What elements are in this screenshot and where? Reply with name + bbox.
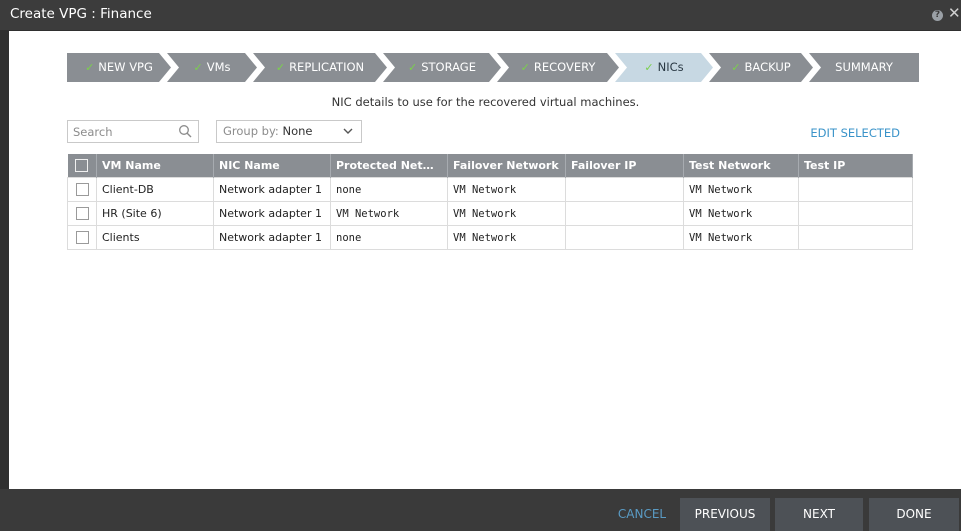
failover-ip-cell[interactable] xyxy=(565,201,684,226)
step-backup[interactable]: ✓ BACKUP xyxy=(709,53,813,82)
check-icon: ✓ xyxy=(644,61,654,74)
column-header[interactable]: Test Network xyxy=(683,154,799,178)
checkbox[interactable] xyxy=(75,159,89,173)
close-icon[interactable]: ✕ xyxy=(948,4,961,22)
failover-network-cell[interactable]: VM Network xyxy=(447,225,566,250)
step-recovery[interactable]: ✓ RECOVERY xyxy=(497,53,619,82)
title-bar: Create VPG : Finance ? ✕ xyxy=(0,0,961,30)
nic-name-cell: Network adapter 1 xyxy=(213,177,331,202)
check-icon: ✓ xyxy=(731,61,741,74)
page-subtitle: NIC details to use for the recovered vir… xyxy=(331,95,640,109)
next-button[interactable]: NEXT xyxy=(775,498,863,531)
test-ip-cell[interactable] xyxy=(798,225,913,250)
cancel-button[interactable]: CANCEL xyxy=(598,498,686,531)
nic-name-cell: Network adapter 1 xyxy=(213,225,331,250)
row-checkbox[interactable] xyxy=(67,177,97,202)
vm-name-cell: Client-DB xyxy=(96,177,214,202)
group-by-label: Group by: xyxy=(223,124,279,138)
protected-network-cell[interactable]: VM Network xyxy=(330,201,448,226)
nic-table: VM Name NIC Name Protected Netw... Failo… xyxy=(67,154,913,250)
step-label: NICs xyxy=(657,60,684,74)
table-header-row: VM Name NIC Name Protected Netw... Failo… xyxy=(67,154,913,178)
column-header[interactable]: Failover IP xyxy=(565,154,684,178)
search-box[interactable] xyxy=(67,120,199,143)
vm-name-cell: Clients xyxy=(96,225,214,250)
done-button[interactable]: DONE xyxy=(869,498,959,531)
step-label: BACKUP xyxy=(744,60,791,74)
row-checkbox[interactable] xyxy=(67,201,97,226)
step-label: RECOVERY xyxy=(533,60,596,74)
step-label: VMs xyxy=(206,60,231,74)
edit-selected-link[interactable]: EDIT SELECTED xyxy=(810,126,900,140)
check-icon: ✓ xyxy=(520,61,530,74)
search-icon[interactable] xyxy=(178,124,192,138)
table-row[interactable]: HR (Site 6) Network adapter 1 VM Network… xyxy=(67,201,913,226)
dialog-content: ✓ NEW VPG ✓ VMs ✓ REPLICATION ✓ STORAGE ✓ REC… xyxy=(9,31,961,489)
help-icon[interactable]: ? xyxy=(932,10,943,21)
test-ip-cell[interactable] xyxy=(798,177,913,202)
protected-network-cell[interactable]: none xyxy=(330,177,448,202)
failover-ip-cell[interactable] xyxy=(565,225,684,250)
window-title: Create VPG : Finance xyxy=(10,6,152,22)
column-header[interactable]: VM Name xyxy=(96,154,214,178)
check-icon: ✓ xyxy=(275,61,286,74)
check-icon: ✓ xyxy=(193,61,203,74)
wizard-steps: ✓ NEW VPG ✓ VMs ✓ REPLICATION ✓ STORAGE ✓ REC… xyxy=(67,53,919,82)
step-label: SUMMARY xyxy=(835,60,893,74)
test-network-cell[interactable]: VM Network xyxy=(683,201,799,226)
column-header[interactable]: Test IP xyxy=(798,154,913,178)
chevron-down-icon xyxy=(343,128,353,134)
check-icon: ✓ xyxy=(408,61,418,74)
step-new-vpg[interactable]: ✓ NEW VPG xyxy=(67,53,171,82)
group-by-select[interactable]: Group by: None xyxy=(216,120,362,143)
check-icon: ✓ xyxy=(85,61,95,74)
failover-network-cell[interactable]: VM Network xyxy=(447,177,566,202)
test-ip-cell[interactable] xyxy=(798,201,913,226)
group-by-value: None xyxy=(282,124,313,138)
step-label: REPLICATION xyxy=(289,60,365,74)
failover-ip-cell[interactable] xyxy=(565,177,684,202)
step-nics[interactable]: ✓ NICs xyxy=(615,53,713,82)
table-row[interactable]: Clients Network adapter 1 none VM Networ… xyxy=(67,225,913,250)
failover-network-cell[interactable]: VM Network xyxy=(447,201,566,226)
row-checkbox[interactable] xyxy=(67,225,97,250)
step-summary[interactable]: SUMMARY xyxy=(809,53,919,82)
select-all-checkbox[interactable] xyxy=(67,154,97,178)
step-vms[interactable]: ✓ VMs xyxy=(167,53,257,82)
vm-name-cell: HR (Site 6) xyxy=(96,201,214,226)
step-storage[interactable]: ✓ STORAGE xyxy=(383,53,501,82)
column-header[interactable]: Failover Network xyxy=(447,154,566,178)
column-header[interactable]: Protected Netw... xyxy=(330,154,448,178)
table-row[interactable]: Client-DB Network adapter 1 none VM Netw… xyxy=(67,177,913,202)
checkbox[interactable] xyxy=(75,183,89,196)
test-network-cell[interactable]: VM Network xyxy=(683,225,799,250)
protected-network-cell[interactable]: none xyxy=(330,225,448,250)
test-network-cell[interactable]: VM Network xyxy=(683,177,799,202)
checkbox[interactable] xyxy=(75,231,89,244)
step-label: NEW VPG xyxy=(98,60,153,74)
search-input[interactable] xyxy=(68,121,177,142)
column-header[interactable]: NIC Name xyxy=(213,154,331,178)
nic-name-cell: Network adapter 1 xyxy=(213,201,331,226)
dialog-footer: CANCEL PREVIOUS NEXT DONE xyxy=(0,489,961,531)
previous-button[interactable]: PREVIOUS xyxy=(680,498,770,531)
step-label: STORAGE xyxy=(421,60,476,74)
checkbox[interactable] xyxy=(75,207,89,220)
step-replication[interactable]: ✓ REPLICATION xyxy=(253,53,387,82)
